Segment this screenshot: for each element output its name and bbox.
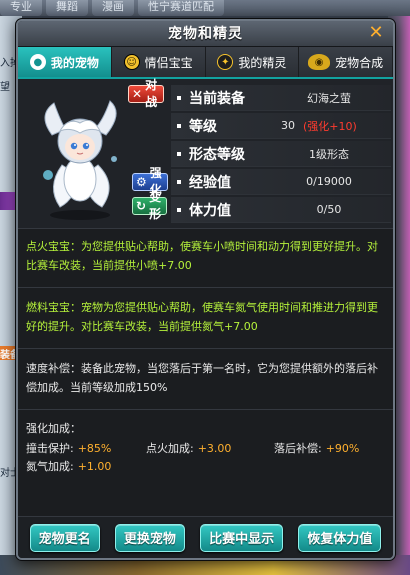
stat-row-experience: 经验值 0/19000 (171, 169, 391, 195)
bullet-icon (177, 123, 181, 128)
pet-portrait-image (43, 100, 117, 220)
tab-label: 宠物合成 (335, 55, 384, 70)
bonus-value: +3.00 (197, 442, 232, 455)
smiley-icon: ☺ (123, 54, 140, 70)
bonus-item: 氮气加成: +1.00 (26, 458, 146, 474)
stat-label: 当前装备 (189, 90, 245, 107)
pet-info-panel: ✕ 对战 ⚙ 强化 ↻ 变形 当前装备 幻海之萤 等级 30 (强化+10) 形… (18, 78, 393, 229)
stat-value: 0/19000 (306, 175, 352, 188)
tab-pet-fusion[interactable]: ◉ 宠物合成 (299, 47, 393, 77)
bonus-item: 撞击保护: +85% (26, 440, 146, 456)
bonus-value: +90% (325, 442, 360, 455)
bullet-icon (177, 151, 181, 156)
background-tab: 专业 (0, 0, 42, 16)
stat-row-equipment: 当前装备 幻海之萤 (171, 85, 391, 111)
tab-my-pet[interactable]: ● 我的宠物 (18, 47, 112, 77)
tab-label: 我的精灵 (238, 55, 287, 70)
bonus-label: 点火加成: (146, 442, 194, 455)
stat-row-form-level: 形态等级 1级形态 (171, 141, 391, 167)
speed-compensation-description: 速度补偿：装备此宠物，当您落后于第一名时，它为您提供额外的落后补偿加成。当前等级… (26, 362, 378, 394)
bonus-grid: 撞击保护: +85% 点火加成: +3.00 落后补偿: +90% 氮气加成: +1.0… (26, 440, 385, 474)
battle-badge[interactable]: ✕ 对战 (128, 78, 164, 109)
stat-label: 经验值 (189, 174, 231, 191)
stat-row-stamina: 体力值 0/50 (171, 197, 391, 223)
divider (18, 348, 393, 349)
stat-value: 30 (281, 119, 295, 132)
stat-label: 形态等级 (189, 146, 245, 163)
ignition-baby-description: 点火宝宝：为您提供贴心帮助，使赛车小喷时间和动力得到更好提升。对比赛车改装，当前… (26, 240, 378, 272)
dialog-title: 宠物和精灵 (168, 26, 243, 42)
fuel-baby-description: 燃料宝宝：宠物为您提供贴心帮助，使赛车氮气使用时间和推进力得到更好的提升。对比赛… (26, 301, 378, 333)
bonus-item: 点火加成: +3.00 (146, 440, 274, 456)
pet-dialog: 宠物和精灵 ✕ ● 我的宠物 ☺ 情侣宝宝 ✦ 我的精灵 ◉ 宠物合成 ✕ 对战… (16, 19, 395, 560)
bullet-icon (177, 179, 181, 184)
bullet-icon (177, 95, 181, 100)
action-buttons: 宠物更名 更换宠物 比赛中显示 恢复体力值 (18, 516, 393, 558)
show-in-race-button[interactable]: 比赛中显示 (200, 523, 284, 552)
tab-couple-baby[interactable]: ☺ 情侣宝宝 (111, 47, 206, 77)
background-tab: 漫画 (92, 0, 134, 16)
tab-my-sprite[interactable]: ✦ 我的精灵 (205, 47, 300, 77)
background-tab-strip: 专业 舞蹈 漫画 性宁赛道匹配 (0, 0, 410, 16)
turtle-icon: ◉ (308, 54, 331, 70)
change-pet-button[interactable]: 更换宠物 (114, 523, 185, 552)
bonus-value: +1.00 (77, 460, 112, 473)
bonus-item: 落后补偿: +90% (274, 440, 393, 456)
gear-icon: ⚙ (136, 174, 147, 189)
pet-stats: 当前装备 幻海之萤 等级 30 (强化+10) 形态等级 1级形态 经验值 0/… (171, 85, 391, 225)
stat-value: 0/50 (316, 203, 342, 216)
transform-button[interactable]: ↻ 变形 (132, 190, 168, 221)
paw-icon: ● (29, 54, 46, 70)
divider (18, 287, 393, 288)
close-icon[interactable]: ✕ (367, 24, 385, 42)
bullet-icon (177, 207, 181, 212)
divider (18, 409, 393, 410)
tab-label: 我的宠物 (50, 55, 99, 70)
transform-label: 变形 (149, 190, 162, 221)
tab-label: 情侣宝宝 (144, 55, 193, 70)
bonus-title: 强化加成： (26, 422, 81, 435)
background-tab: 性宁赛道匹配 (138, 0, 224, 16)
lightbulb-icon: ✦ (217, 54, 234, 70)
dialog-titlebar: 宠物和精灵 ✕ (18, 21, 393, 47)
rename-pet-button[interactable]: 宠物更名 (29, 523, 100, 552)
swords-icon: ✕ (132, 86, 143, 101)
background-tab: 舞蹈 (46, 0, 88, 16)
refresh-icon: ↻ (136, 198, 147, 213)
restore-stamina-button[interactable]: 恢复体力值 (298, 523, 382, 552)
bonus-label: 氮气加成: (26, 460, 74, 473)
bonus-label: 落后补偿: (274, 442, 322, 455)
battle-badge-label: 对战 (145, 78, 158, 109)
stat-label: 体力值 (189, 202, 231, 219)
strengthen-level: (强化+10) (303, 119, 357, 133)
stat-value: 1级形态 (309, 147, 349, 161)
stat-value: 幻海之萤 (307, 91, 351, 105)
pet-portrait-area: ✕ 对战 ⚙ 强化 ↻ 变形 (24, 78, 168, 223)
bonus-value: +85% (77, 442, 112, 455)
bonus-label: 撞击保护: (26, 442, 74, 455)
stat-row-level: 等级 30 (强化+10) (171, 113, 391, 139)
dialog-tabs: ● 我的宠物 ☺ 情侣宝宝 ✦ 我的精灵 ◉ 宠物合成 (18, 47, 393, 79)
pet-description: 点火宝宝：为您提供贴心帮助，使赛车小喷时间和动力得到更好提升。对比赛车改装，当前… (18, 229, 393, 474)
stat-label: 等级 (189, 118, 217, 135)
